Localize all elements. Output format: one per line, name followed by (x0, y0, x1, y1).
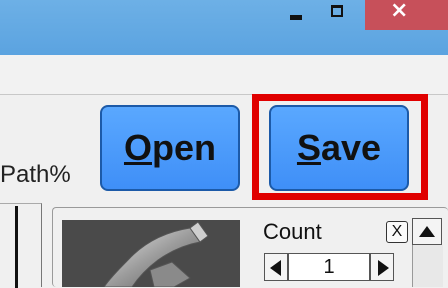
open-button[interactable]: Open (100, 105, 240, 191)
arrow-up-icon (419, 226, 435, 237)
scrollbar-track[interactable] (412, 245, 443, 287)
3d-shape-icon (103, 221, 209, 287)
save-button[interactable]: Save (269, 105, 409, 191)
count-value-field[interactable]: 1 (288, 253, 370, 281)
path-label: Path% (0, 161, 71, 188)
open-accelerator: O (123, 127, 152, 168)
left-panel-divider (15, 206, 18, 288)
count-label: Count (263, 219, 322, 244)
close-button[interactable]: × (365, 0, 448, 30)
open-label: pen (152, 127, 217, 168)
menu-bar (0, 55, 448, 95)
count-increment-button[interactable] (370, 253, 394, 281)
maximize-icon (331, 5, 343, 17)
close-icon: × (390, 0, 409, 23)
minimize-button[interactable] (282, 0, 328, 30)
left-panel (0, 203, 42, 288)
save-accelerator: S (296, 127, 321, 168)
scroll-up-button[interactable] (412, 218, 442, 245)
preview-image (62, 220, 240, 287)
arrow-right-icon (378, 260, 389, 276)
minimize-icon (290, 15, 302, 20)
maximize-button[interactable] (323, 0, 369, 30)
save-label: ave (320, 127, 382, 168)
title-bar: × (0, 0, 448, 55)
count-clear-button[interactable]: X (386, 221, 408, 243)
count-decrement-button[interactable] (264, 253, 288, 281)
arrow-left-icon (270, 260, 281, 276)
